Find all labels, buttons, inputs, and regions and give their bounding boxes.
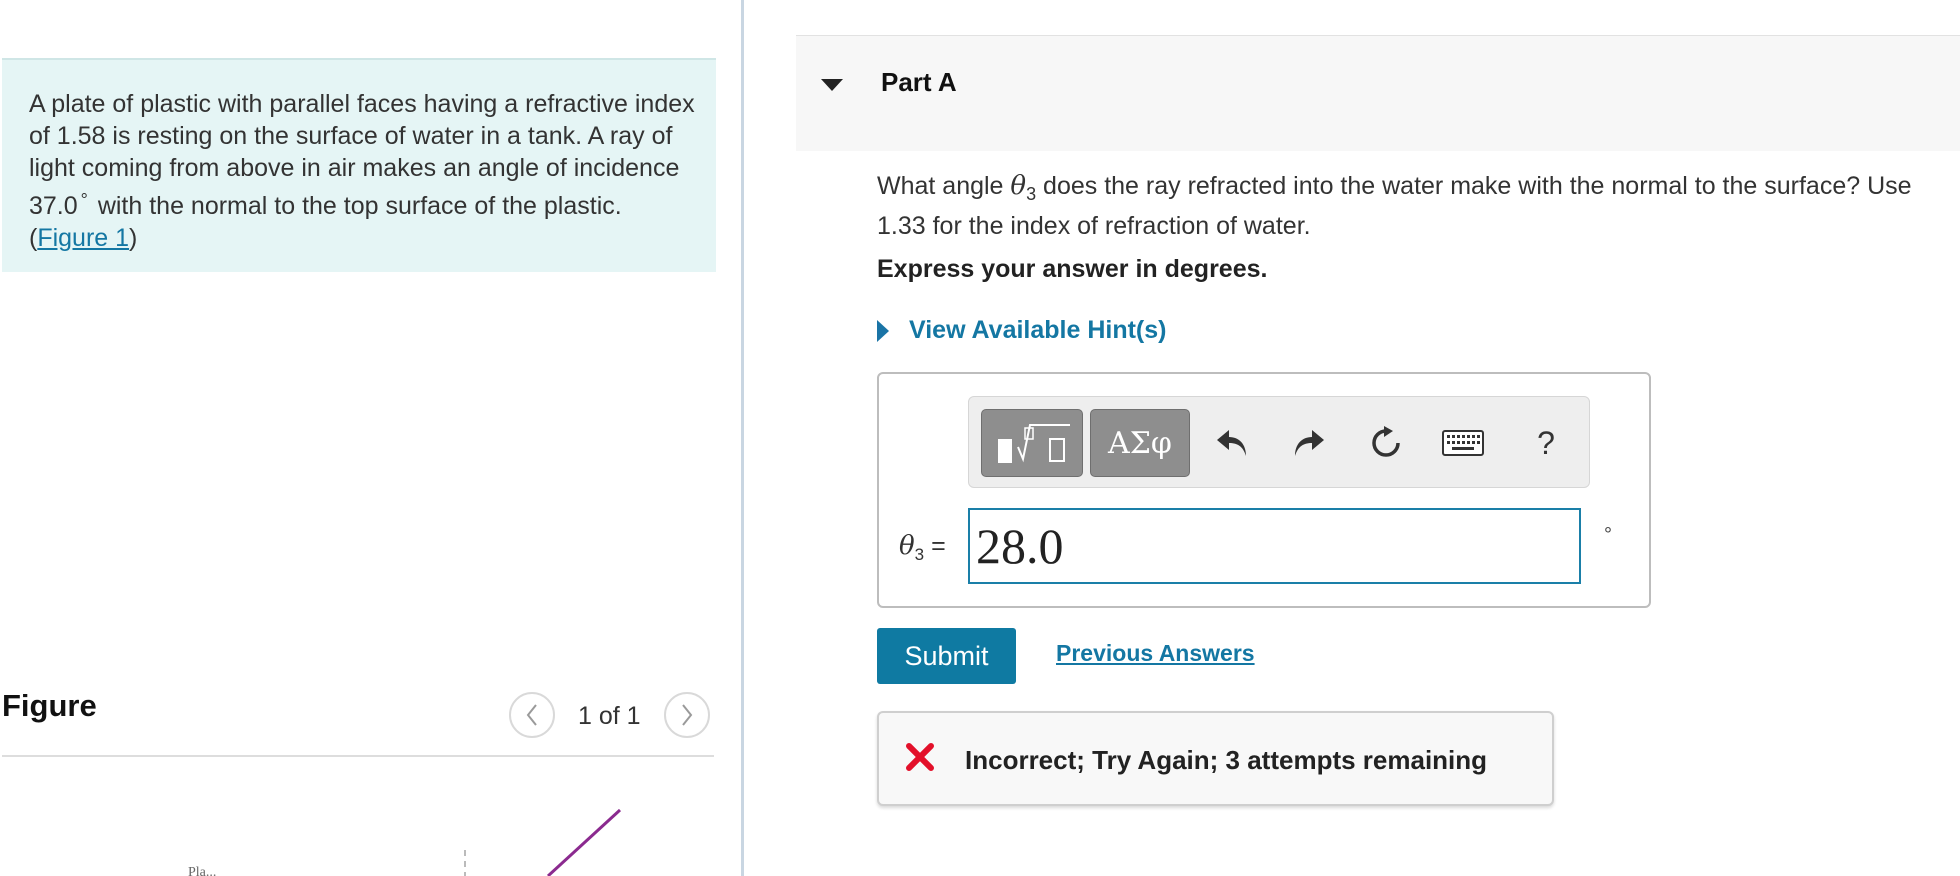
answer-var-subscript: 3 [914,545,925,564]
keyboard-button[interactable] [1438,421,1488,465]
part-header[interactable]: Part A [796,35,1960,151]
column-divider [741,0,744,876]
question-text-after: does the ray refracted into the water ma… [877,172,1912,240]
incident-ray [546,808,622,876]
figure-prev-button[interactable] [509,692,555,738]
question-symbol: θ [1010,171,1027,201]
figure-partial-label: Pla... [188,865,216,876]
undo-button[interactable] [1210,421,1254,465]
answer-box: ΑΣφ ? θ3 = 28.0 ° [877,372,1651,608]
problem-text: A plate of plastic with parallel faces h… [29,88,699,254]
question-subscript: 3 [1026,184,1037,204]
problem-statement-box: A plate of plastic with parallel faces h… [2,58,716,272]
figure-divider [2,755,714,757]
greek-symbols-button[interactable]: ΑΣφ [1090,409,1190,477]
answer-variable-label: θ3 = [899,531,946,565]
degree-symbol: ° [80,190,88,210]
reset-button[interactable] [1364,421,1408,465]
question-text-before: What angle [877,172,1011,200]
figure-title: Figure [2,688,97,723]
reset-icon [1372,426,1400,457]
problem-text-end: ) [129,224,138,252]
chevron-right-icon [682,704,693,726]
help-button[interactable]: ? [1524,421,1568,465]
x-icon [906,743,934,771]
previous-answers-link[interactable]: Previous Answers [1056,640,1255,667]
answer-var-symbol: θ [899,531,915,561]
math-templates-icon [998,424,1070,463]
templates-button[interactable] [981,409,1083,477]
question-text: What angle θ3 does the ray refracted int… [877,170,1960,242]
figure-next-button[interactable] [664,692,710,738]
figure-image: Pla... [188,808,622,876]
figure-counter: 1 of 1 [578,702,641,730]
redo-button[interactable] [1287,421,1331,465]
caret-down-icon [821,79,843,91]
feedback-message: Incorrect; Try Again; 3 attempts remaini… [965,745,1488,775]
caret-right-icon [877,319,889,342]
view-hints-toggle[interactable]: View Available Hint(s) [877,316,1166,345]
chevron-left-icon [526,704,537,726]
figure-link[interactable]: Figure 1 [37,224,129,252]
answer-instruction: Express your answer in degrees. [877,255,1268,283]
view-hints-label: View Available Hint(s) [909,316,1167,344]
submit-button[interactable]: Submit [877,628,1016,684]
answer-unit: ° [1604,524,1612,546]
undo-icon [1217,430,1246,456]
redo-icon [1295,430,1324,456]
feedback-box: Incorrect; Try Again; 3 attempts remaini… [877,711,1554,806]
answer-equals: = [924,532,946,560]
answer-input[interactable]: 28.0 [968,508,1581,584]
math-toolbar: ΑΣφ ? [968,396,1590,488]
keyboard-icon [1442,430,1484,456]
part-title: Part A [881,67,957,97]
